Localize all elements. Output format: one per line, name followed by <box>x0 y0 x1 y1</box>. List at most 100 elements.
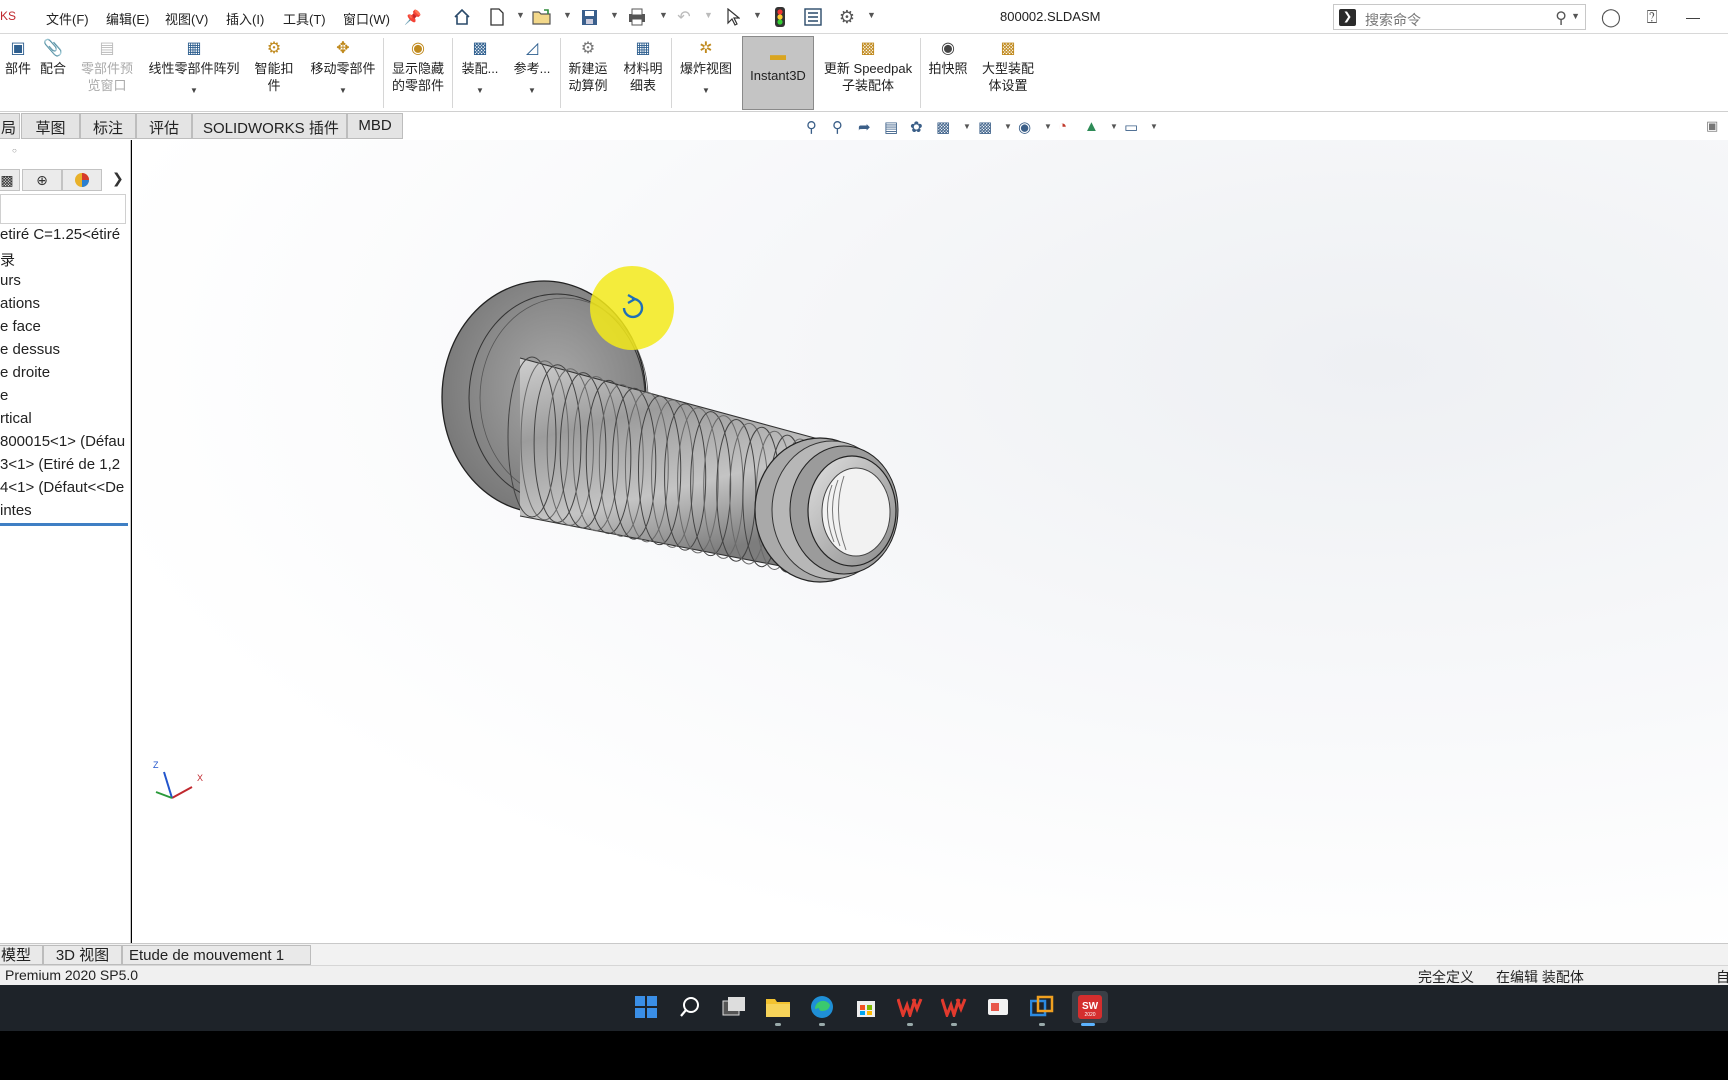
tree-item[interactable]: 800015<1> (Défau <box>0 433 130 450</box>
view-orientation-icon[interactable]: ▩ <box>936 118 950 136</box>
linear-pattern-dropdown-icon[interactable]: ▼ <box>190 86 198 96</box>
options-dropdown-icon[interactable]: ▼ <box>867 10 876 20</box>
hide-show-items-icon[interactable]: ◉ <box>1018 118 1031 136</box>
edge-icon[interactable] <box>806 991 838 1026</box>
select-dropdown-icon[interactable]: ▼ <box>753 10 762 20</box>
tree-item[interactable]: e droite <box>0 364 130 381</box>
save-dropdown-icon[interactable]: ▼ <box>610 10 619 20</box>
menu-insert[interactable]: 插入(I) <box>226 9 264 28</box>
menu-file[interactable]: 文件(F) <box>46 9 89 28</box>
folder-icon[interactable] <box>762 991 794 1026</box>
windows-start-icon[interactable] <box>630 991 662 1023</box>
restore-panel-icon[interactable]: ▣ <box>1706 118 1718 134</box>
user-account-icon[interactable]: ◯ <box>1600 6 1622 28</box>
tree-item[interactable]: e face <box>0 318 130 335</box>
undo-dropdown-icon[interactable]: ▼ <box>704 10 713 20</box>
dynamic-annotation-icon[interactable]: ✿ <box>910 118 923 136</box>
assembly-features-dropdown-icon[interactable]: ▼ <box>476 86 484 96</box>
assembly-features-button[interactable]: ▩ 装配... ▼ <box>456 38 504 108</box>
tree-item[interactable]: 录 <box>0 249 130 270</box>
tree-item[interactable]: urs <box>0 272 130 289</box>
solidworks-icon[interactable]: SW 2020 <box>1072 991 1108 1026</box>
edit-appearance-icon[interactable]: ◔ <box>1058 118 1067 135</box>
search-dropdown-icon[interactable]: ▼ <box>1571 11 1580 21</box>
tree-item[interactable]: ations <box>0 295 130 312</box>
tree-item[interactable]: etiré C=1.25<étiré <box>0 226 130 243</box>
update-speedpak-button[interactable]: ▩ 更新 Speedpak 子装配体 <box>818 38 918 108</box>
display-style-dropdown-icon[interactable]: ▼ <box>1004 122 1012 131</box>
wps-icon[interactable] <box>894 991 926 1026</box>
apply-scene-icon[interactable]: ▲ <box>1084 118 1099 135</box>
home-icon[interactable] <box>451 6 473 28</box>
tab-markup[interactable]: 标注 <box>80 113 136 139</box>
menu-window[interactable]: 窗口(W) <box>343 9 390 28</box>
section-view-icon[interactable]: ▤ <box>884 118 898 136</box>
view-orientation-dropdown-icon[interactable]: ▼ <box>963 122 971 131</box>
move-component-dropdown-icon[interactable]: ▼ <box>339 86 347 96</box>
show-hidden-components-button[interactable]: ◉ 显示隐藏 的零部件 <box>386 38 450 108</box>
tree-item[interactable]: rtical <box>0 410 130 427</box>
tab-motion-study[interactable]: Etude de mouvement 1 <box>122 945 311 965</box>
instant3d-button[interactable]: ▬ Instant3D <box>742 36 814 110</box>
window-switch-icon[interactable] <box>1026 991 1058 1026</box>
component-preview-button[interactable]: ▤ 零部件预 览窗口 <box>74 38 140 108</box>
print-dropdown-icon[interactable]: ▼ <box>659 10 668 20</box>
select-cursor-icon[interactable] <box>722 6 744 28</box>
mate-button[interactable]: 📎 配合 <box>36 38 70 108</box>
status-custom[interactable]: 自 <box>1716 967 1728 987</box>
tab-model[interactable]: 模型 <box>0 945 43 965</box>
presentation-icon[interactable] <box>982 991 1014 1023</box>
take-snapshot-button[interactable]: ◉ 拍快照 <box>924 38 972 108</box>
configuration-manager-tab-icon[interactable]: ▩ <box>0 169 20 191</box>
panel-grip-icon[interactable]: ○ <box>12 146 17 155</box>
tree-item[interactable]: 3<1> (Etiré de 1,2 <box>0 456 130 473</box>
help-icon[interactable]: ⍰ <box>1641 6 1663 28</box>
apply-scene-dropdown-icon[interactable]: ▼ <box>1110 122 1118 131</box>
tree-item[interactable]: intes <box>0 502 130 519</box>
print-icon[interactable] <box>626 6 648 28</box>
menu-view[interactable]: 视图(V) <box>165 9 208 28</box>
view-settings-dropdown-icon[interactable]: ▼ <box>1150 122 1158 131</box>
smart-fasteners-button[interactable]: ⚙ 智能扣 件 <box>250 38 298 108</box>
tree-item[interactable]: 4<1> (Défaut<<De <box>0 479 130 496</box>
search-icon[interactable]: ⚲ <box>1555 8 1567 28</box>
tab-3d-view[interactable]: 3D 视图 <box>43 945 122 965</box>
new-motion-study-button[interactable]: ⚙ 新建运 动算例 <box>563 38 613 108</box>
insert-component-button[interactable]: ▣ 部件 <box>0 38 36 108</box>
exploded-view-dropdown-icon[interactable]: ▼ <box>702 86 710 96</box>
rollback-bar[interactable] <box>0 523 128 526</box>
reference-geometry-button[interactable]: ◿ 参考... ▼ <box>508 38 556 108</box>
view-settings-icon[interactable]: ▭ <box>1124 118 1138 136</box>
tree-item[interactable]: e dessus <box>0 341 130 358</box>
graphics-viewport[interactable]: Z X <box>132 140 1728 943</box>
undo-icon[interactable]: ↶ <box>673 6 695 28</box>
linear-pattern-button[interactable]: ▦ 线性零部件阵列 ▼ <box>142 38 246 108</box>
file-properties-icon[interactable] <box>802 6 824 28</box>
reference-geometry-dropdown-icon[interactable]: ▼ <box>528 86 536 96</box>
options-gear-icon[interactable]: ⚙ <box>836 6 858 28</box>
tab-layout[interactable]: 局 <box>0 113 20 139</box>
display-manager-tab-icon[interactable] <box>62 169 102 191</box>
tree-item[interactable]: e <box>0 387 130 404</box>
dimxpert-tab-icon[interactable]: ⊕ <box>22 169 62 191</box>
hide-show-dropdown-icon[interactable]: ▼ <box>1044 122 1052 131</box>
tab-solidworks-addins[interactable]: SOLIDWORKS 插件 <box>192 113 347 139</box>
zoom-to-area-icon[interactable]: ⚲ <box>832 118 843 136</box>
bill-of-materials-button[interactable]: ▦ 材料明 细表 <box>617 38 669 108</box>
search-icon[interactable] <box>674 991 706 1023</box>
assembly-3d-model[interactable]: Z X <box>132 140 1728 943</box>
tree-filter-input[interactable] <box>0 194 126 224</box>
display-style-icon[interactable]: ▩ <box>978 118 992 136</box>
save-icon[interactable] <box>578 6 600 28</box>
previous-view-icon[interactable]: ➦ <box>858 118 871 136</box>
search-commands-input[interactable]: ❯ 搜索命令 ⚲ ▼ <box>1333 4 1586 30</box>
store-icon[interactable] <box>850 991 882 1023</box>
panel-tabs-more-icon[interactable]: ❯ <box>112 170 124 187</box>
open-dropdown-icon[interactable]: ▼ <box>563 10 572 20</box>
pin-icon[interactable]: 📌 <box>402 6 424 28</box>
move-component-button[interactable]: ✥ 移动零部件 ▼ <box>303 38 383 108</box>
menu-edit[interactable]: 编辑(E) <box>106 9 149 28</box>
tab-sketch[interactable]: 草图 <box>21 113 80 139</box>
exploded-view-button[interactable]: ✲ 爆炸视图 ▼ <box>674 38 738 108</box>
open-folder-icon[interactable] <box>531 6 553 28</box>
